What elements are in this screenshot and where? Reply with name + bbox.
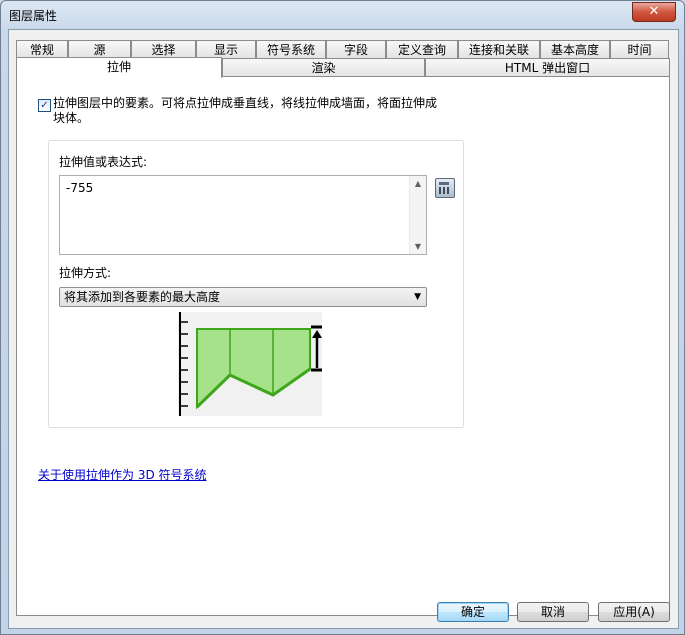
extrusion-value-label: 拉伸值或表达式:	[59, 155, 148, 169]
tab-rendering[interactable]: 渲染	[222, 58, 425, 77]
tab-time[interactable]: 时间	[610, 40, 669, 58]
extrusion-method-select[interactable]: 将其添加到各要素的最大高度 ▼	[59, 287, 427, 307]
extrude-features-checkbox[interactable]: ✓	[38, 99, 51, 112]
tab-definition-query[interactable]: 定义查询	[386, 40, 458, 58]
window-title: 图层属性	[9, 9, 58, 23]
extrusion-method-diagram	[178, 312, 322, 416]
tab-joins-relates[interactable]: 连接和关联	[458, 40, 540, 58]
expression-scrollbar[interactable]: ▲ ▼	[409, 176, 426, 254]
tab-base-heights[interactable]: 基本高度	[540, 40, 610, 58]
calculator-icon	[439, 182, 449, 185]
tab-html-popup[interactable]: HTML 弹出窗口	[425, 58, 670, 77]
tab-source[interactable]: 源	[68, 40, 131, 58]
extrusion-help-link[interactable]: 关于使用拉伸作为 3D 符号系统	[38, 466, 207, 483]
tab-general[interactable]: 常规	[16, 40, 68, 58]
apply-button[interactable]: 应用(A)	[598, 602, 670, 622]
scroll-up-icon[interactable]: ▲	[410, 179, 426, 188]
extrusion-method-value: 将其添加到各要素的最大高度	[64, 290, 221, 304]
extrusion-settings-group: 拉伸值或表达式: -755 ▲ ▼ 拉伸方式: 将其添加到各要素的最大高度 ▼	[48, 140, 464, 428]
scroll-down-icon[interactable]: ▼	[410, 242, 426, 251]
dialog-client: 常规 源 选择 显示 符号系统 字段 定义查询 连接和关联 基本高度 时间 拉伸…	[8, 29, 679, 629]
tab-display[interactable]: 显示	[196, 40, 256, 58]
extrude-features-label: 拉伸图层中的要素。可将点拉伸成垂直线，将线拉伸成墙面，将面拉伸成块体。	[53, 96, 438, 125]
tab-extrusion[interactable]: 拉伸	[16, 57, 222, 78]
expression-builder-button[interactable]	[435, 178, 455, 198]
ok-button[interactable]: 确定	[437, 602, 509, 622]
chevron-down-icon: ▼	[414, 292, 421, 302]
close-button[interactable]: ✕	[632, 2, 676, 22]
tab-fields[interactable]: 字段	[326, 40, 386, 58]
extrusion-expression-input[interactable]: -755 ▲ ▼	[59, 175, 427, 255]
tab-selection[interactable]: 选择	[131, 40, 196, 58]
extrusion-method-label: 拉伸方式:	[59, 266, 112, 280]
extrusion-tab-page: ✓ 拉伸图层中的要素。可将点拉伸成垂直线，将线拉伸成墙面，将面拉伸成块体。 拉伸…	[16, 76, 670, 616]
layer-properties-dialog: 图层属性 ✕ 常规 源 选择 显示 符号系统 字段 定义查询 连接和关联 基本高…	[0, 0, 685, 635]
extrusion-expression-value: -755	[66, 181, 94, 195]
tab-symbology[interactable]: 符号系统	[256, 40, 326, 58]
cancel-button[interactable]: 取消	[517, 602, 589, 622]
